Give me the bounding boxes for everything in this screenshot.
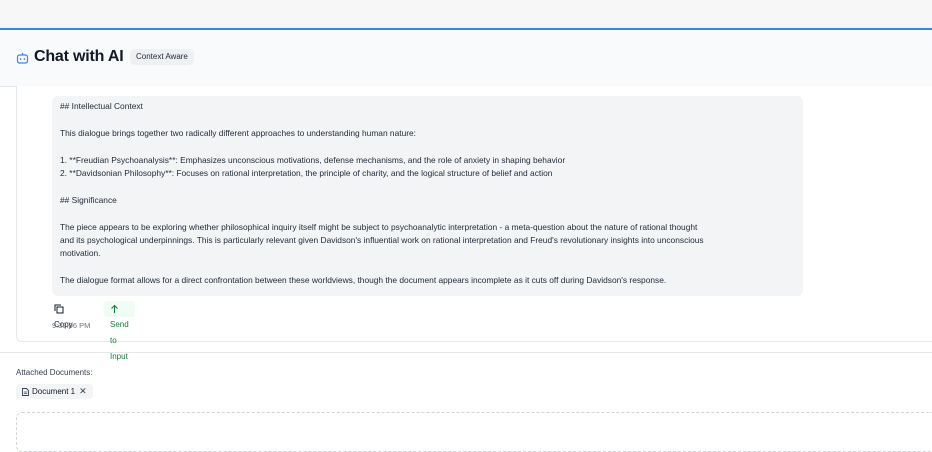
message-line: ## Significance — [60, 195, 117, 205]
chat-header: Chat with AI Context Aware — [0, 30, 932, 87]
chat-input-dropzone[interactable] — [16, 412, 932, 452]
assistant-message-card: ## Intellectual Context This dialogue br… — [16, 86, 932, 361]
document-icon — [22, 387, 29, 396]
message-line: 2. **Davidsonian Philosophy**: Focuses o… — [60, 168, 553, 178]
message-line: ## Intellectual Context — [60, 101, 143, 111]
attached-documents-label: Attached Documents: — [16, 368, 93, 377]
page-title: Chat with AI — [34, 48, 124, 65]
copy-button[interactable]: Copy — [54, 301, 73, 329]
send-to-input-label: Send to Input — [110, 320, 129, 361]
message-timestamp: 9:38:06 PM — [52, 321, 91, 330]
attached-document-chip[interactable]: Document 1 ✕ — [16, 384, 93, 399]
message-line: motivation. — [60, 248, 101, 258]
message-line: This dialogue brings together two radica… — [60, 128, 417, 138]
context-aware-badge: Context Aware — [130, 49, 194, 65]
bot-icon — [16, 52, 29, 64]
remove-document-icon[interactable]: ✕ — [79, 386, 87, 396]
app-top-bar — [0, 0, 932, 30]
message-line: The piece appears to be exploring whethe… — [60, 222, 698, 232]
send-to-input-button[interactable]: Send to Input — [104, 301, 135, 361]
message-line: and its psychological underpinnings. Thi… — [60, 235, 704, 245]
section-divider — [0, 352, 932, 353]
message-bubble: ## Intellectual Context This dialogue br… — [52, 96, 803, 296]
arrow-up-icon — [111, 304, 118, 313]
message-line: 1. **Freudian Psychoanalysis**: Emphasiz… — [60, 155, 566, 165]
message-line: The dialogue format allows for a direct … — [60, 275, 667, 285]
document-name: Document 1 — [32, 387, 76, 396]
copy-icon — [54, 304, 64, 314]
